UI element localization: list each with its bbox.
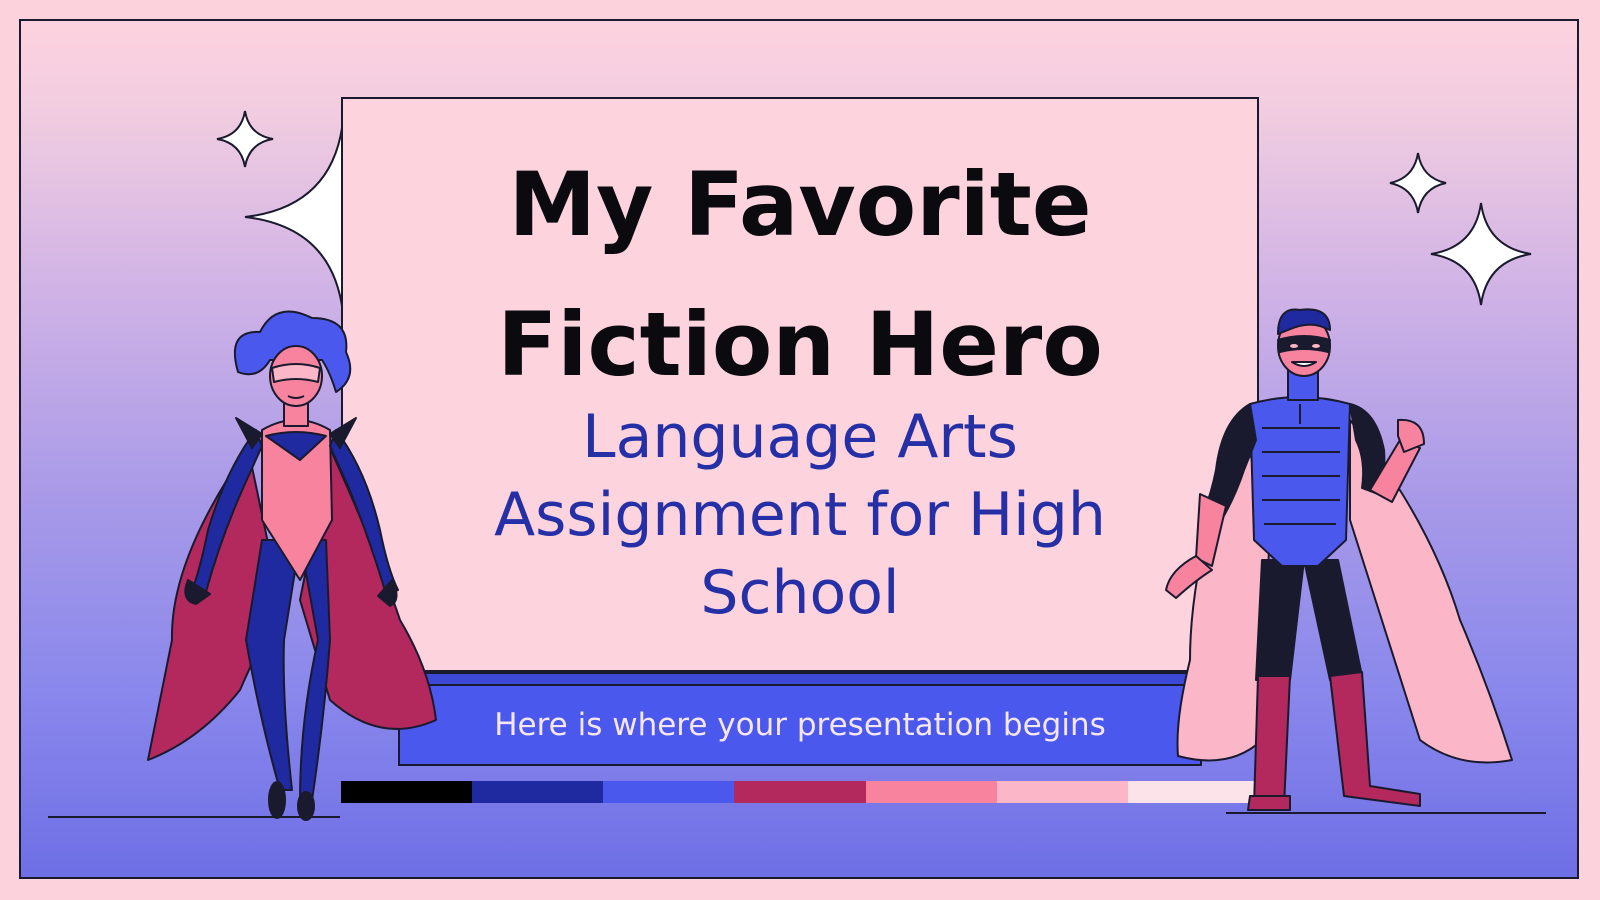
- male-superhero-illustration: [1165, 308, 1513, 811]
- slide: My Favorite Fiction Hero Language Arts A…: [0, 0, 1600, 900]
